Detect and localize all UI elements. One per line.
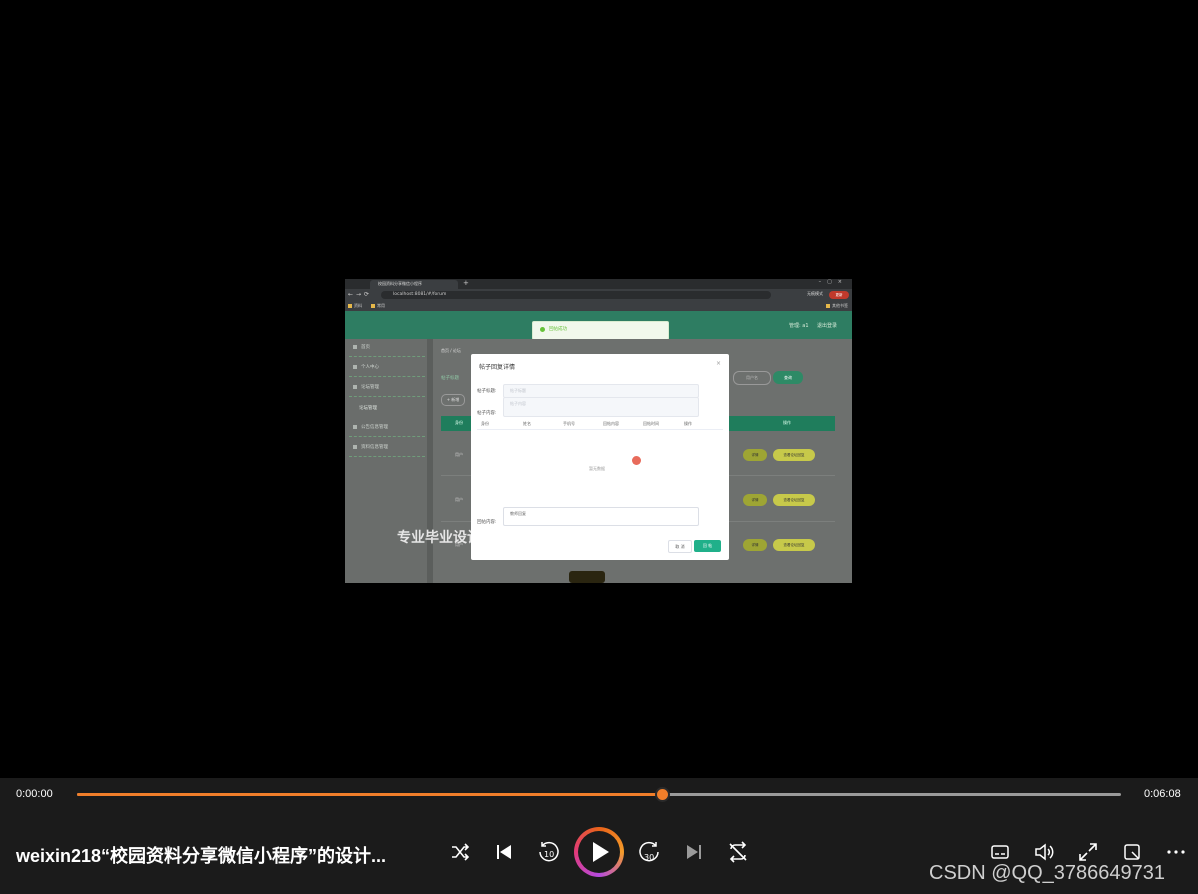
miniplayer-icon[interactable] bbox=[1120, 840, 1144, 864]
folder-icon bbox=[826, 304, 830, 308]
shuffle-icon[interactable] bbox=[448, 840, 472, 864]
player-controls: 0:00:00 0:06:08 weixin218“校园资料分享微信小程序”的设… bbox=[0, 778, 1198, 894]
post-content-label: 帖子内容: bbox=[477, 411, 497, 416]
svg-text:30: 30 bbox=[644, 853, 654, 862]
seek-thumb[interactable] bbox=[654, 787, 670, 802]
new-tab-icon[interactable]: + bbox=[463, 279, 469, 287]
current-time: 0:00:00 bbox=[16, 788, 53, 800]
forward-30-icon[interactable]: 30 bbox=[638, 840, 662, 864]
sidebar-item-materials[interactable]: 资料信息管理 bbox=[349, 439, 425, 457]
table-cell-type: 用户 bbox=[455, 452, 463, 457]
close-icon[interactable]: × bbox=[716, 360, 721, 367]
play-button[interactable] bbox=[574, 827, 624, 877]
fullscreen-icon[interactable] bbox=[1076, 840, 1100, 864]
post-title-field: 帖子标题 bbox=[503, 384, 699, 398]
detail-button[interactable]: 详情 bbox=[743, 449, 767, 461]
row-image bbox=[569, 571, 605, 583]
bookmark-other[interactable]: 其他书签 bbox=[826, 303, 848, 309]
window-controls[interactable]: –▢× bbox=[819, 279, 848, 285]
browser-tab-bar: 校园资料分享微信小程序 + –▢× bbox=[345, 279, 852, 289]
total-time: 0:06:08 bbox=[1144, 788, 1181, 800]
grid-icon bbox=[353, 444, 357, 449]
svg-text:10: 10 bbox=[544, 850, 554, 859]
view-replies-button[interactable]: 查看论坛回复 bbox=[773, 494, 815, 506]
bookmark-item[interactable]: 资料 bbox=[348, 303, 362, 309]
previous-icon[interactable] bbox=[492, 840, 516, 864]
url-field[interactable]: localhost:8081/#/forum bbox=[381, 291, 771, 299]
post-content-field: 帖子内容 bbox=[503, 397, 699, 417]
sidebar-subitem-forum[interactable]: 论坛管理 bbox=[359, 405, 377, 411]
bookmark-item[interactable]: 常用 bbox=[371, 303, 385, 309]
user-icon bbox=[353, 384, 357, 389]
table-divider bbox=[477, 429, 723, 430]
view-replies-button[interactable]: 查看论坛回复 bbox=[773, 539, 815, 551]
subtitles-icon[interactable] bbox=[988, 840, 1012, 864]
reply-textarea[interactable]: 教师回复 bbox=[503, 507, 699, 526]
success-toast: 回帖成功 bbox=[532, 321, 669, 340]
table-cell-type: 用户 bbox=[455, 497, 463, 502]
play-button-inner bbox=[578, 831, 620, 873]
reply-detail-dialog: 帖子回复详情 × 帖子标题: 帖子标题 帖子内容: 帖子内容 身份 姓名 手机号… bbox=[471, 354, 729, 560]
seek-bar[interactable] bbox=[77, 787, 1121, 802]
reply-text: 教师回复 bbox=[510, 511, 526, 516]
repeat-icon[interactable] bbox=[726, 840, 750, 864]
header-user: 管理: a1 bbox=[789, 323, 809, 329]
cursor-indicator bbox=[632, 456, 641, 465]
add-button[interactable]: + 新增 bbox=[441, 394, 465, 406]
folder-icon bbox=[371, 304, 375, 308]
seek-progress bbox=[77, 793, 662, 796]
column-header: 姓名 bbox=[523, 421, 531, 426]
submit-reply-button[interactable]: 回 帖 bbox=[694, 540, 721, 552]
sidebar-item-profile[interactable]: 个人中心 bbox=[349, 359, 425, 377]
search-button[interactable]: 查询 bbox=[773, 371, 803, 384]
browser-nav-icons[interactable]: ←→⟳ bbox=[348, 291, 372, 298]
cancel-button[interactable]: 取 消 bbox=[668, 540, 692, 553]
notice-icon bbox=[353, 424, 357, 429]
post-title-label: 帖子标题: bbox=[477, 389, 497, 394]
column-header: 身份 bbox=[481, 421, 489, 426]
user-icon bbox=[353, 364, 357, 369]
more-icon[interactable] bbox=[1164, 840, 1188, 864]
column-header: 回帖时间 bbox=[643, 421, 659, 426]
home-icon bbox=[353, 344, 357, 349]
browser-tab[interactable]: 校园资料分享微信小程序 bbox=[370, 280, 458, 289]
rewind-10-icon[interactable]: 10 bbox=[536, 840, 560, 864]
video-frame[interactable]: 校园资料分享微信小程序 + –▢× ←→⟳ localhost:8081/#/f… bbox=[345, 279, 852, 583]
incognito-label: 无痕模式 bbox=[807, 291, 823, 296]
detail-button[interactable]: 详情 bbox=[743, 539, 767, 551]
reply-label: 回帖内容: bbox=[477, 520, 497, 525]
column-header: 操作 bbox=[684, 421, 692, 426]
table-header-cell: 身份 bbox=[455, 420, 463, 425]
folder-icon bbox=[348, 304, 352, 308]
logout-link[interactable]: 退出登录 bbox=[817, 322, 837, 329]
volume-icon[interactable] bbox=[1032, 840, 1056, 864]
toast-message: 回帖成功 bbox=[549, 327, 567, 332]
next-icon[interactable] bbox=[682, 840, 706, 864]
breadcrumb: 首页 / 论坛 bbox=[441, 348, 461, 353]
video-title: weixin218“校园资料分享微信小程序”的设计... bbox=[16, 846, 387, 866]
view-replies-button[interactable]: 查看论坛回复 bbox=[773, 449, 815, 461]
empty-table-text: 暂无数据 bbox=[589, 466, 605, 471]
browser-address-bar: ←→⟳ localhost:8081/#/forum 无痕模式 更新 bbox=[345, 289, 852, 301]
dialog-title: 帖子回复详情 bbox=[479, 364, 516, 371]
filter-label: 帖子标题 bbox=[441, 376, 459, 381]
csdn-watermark: CSDN @QQ_3786649731 bbox=[929, 862, 1165, 884]
bookmarks-bar: 资料 常用 其他书签 bbox=[345, 301, 852, 311]
sidebar-item-notice[interactable]: 公告信息管理 bbox=[349, 419, 425, 437]
column-header: 回帖内容 bbox=[603, 421, 619, 426]
browser-tab-title: 校园资料分享微信小程序 bbox=[378, 281, 422, 286]
sidebar-item-home[interactable]: 首页 bbox=[349, 339, 425, 357]
detail-button[interactable]: 详情 bbox=[743, 494, 767, 506]
sidebar-item-forum[interactable]: 论坛管理 bbox=[349, 379, 425, 397]
browser-update-button[interactable]: 更新 bbox=[829, 291, 849, 299]
url-text: localhost:8081/#/forum bbox=[393, 292, 447, 297]
play-icon bbox=[593, 842, 609, 862]
table-header-cell: 操作 bbox=[783, 420, 791, 425]
column-header: 手机号 bbox=[563, 421, 575, 426]
success-icon bbox=[540, 327, 545, 332]
search-input[interactable]: 用户名 bbox=[733, 371, 771, 385]
